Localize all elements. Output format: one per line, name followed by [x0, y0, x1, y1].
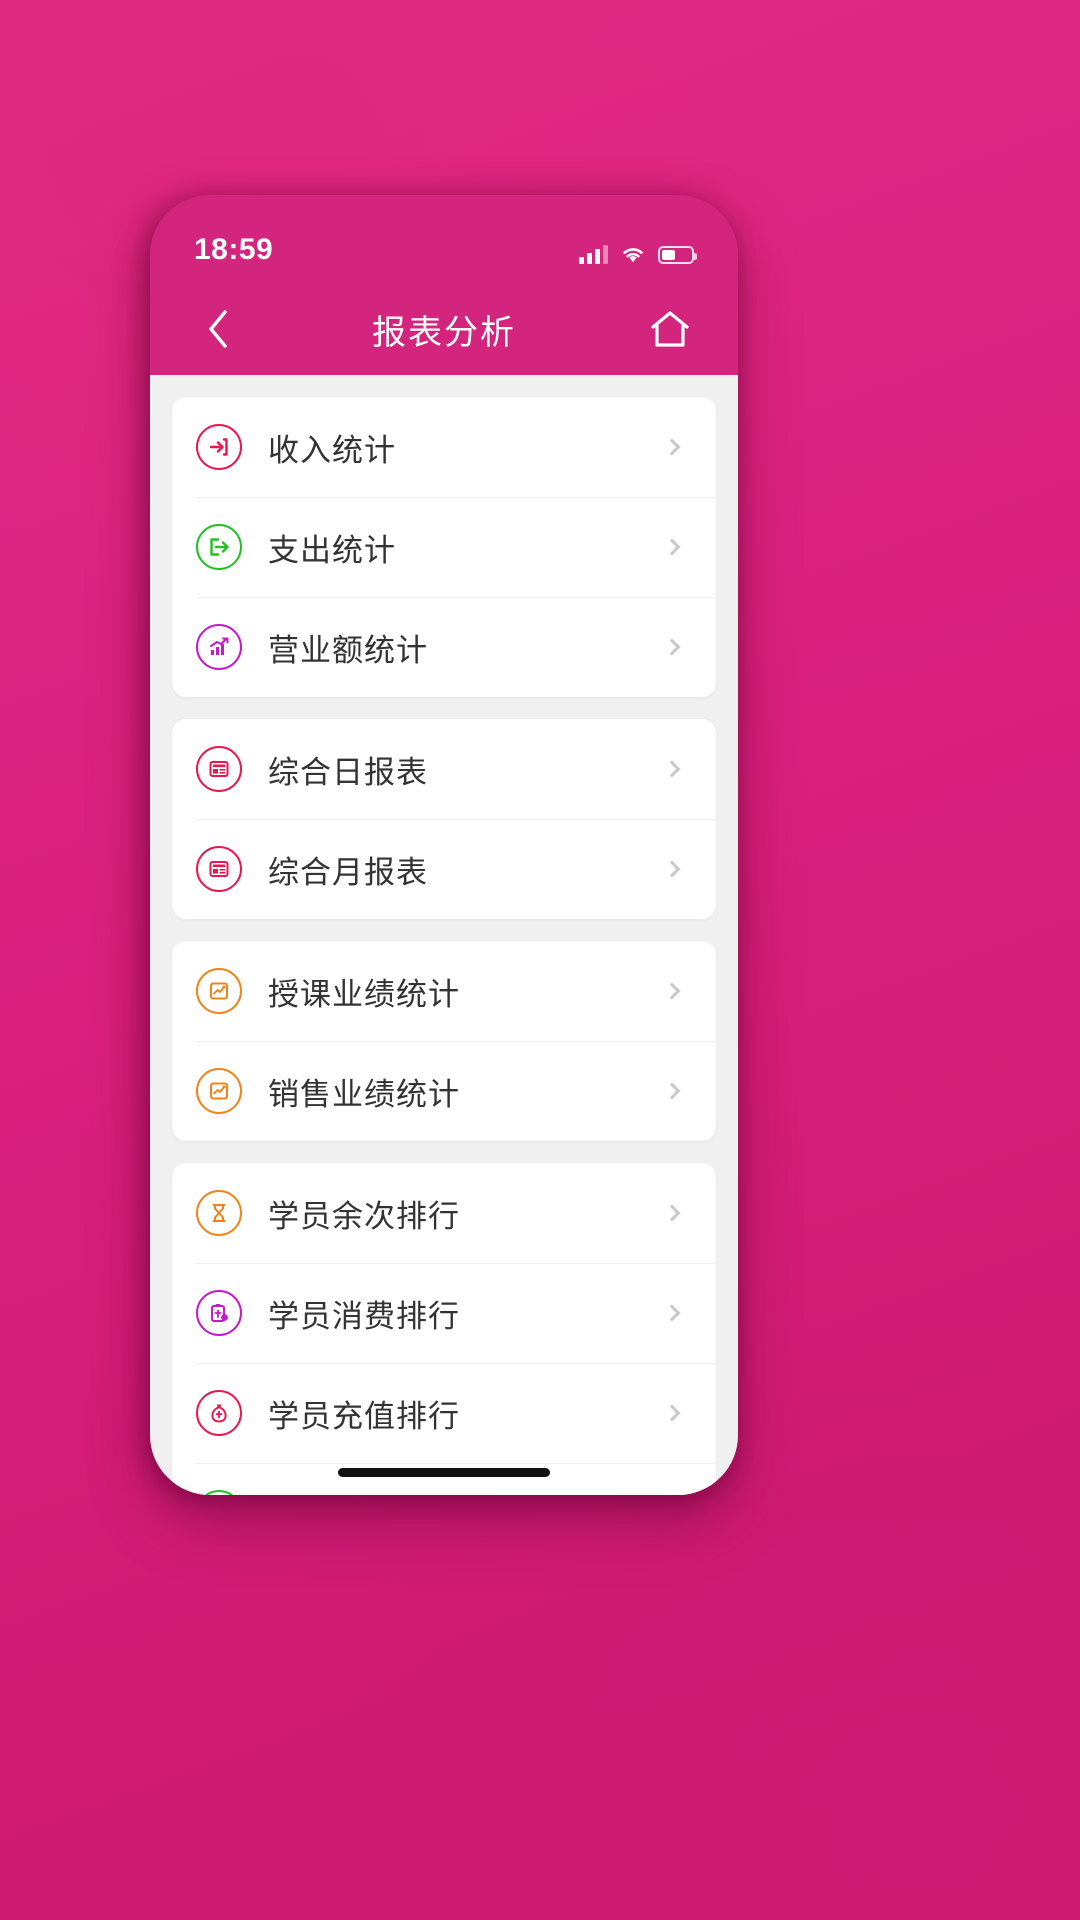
- list-item-label: 综合日报表: [268, 754, 428, 791]
- back-button[interactable]: [190, 301, 246, 357]
- phone-device-frame: 18:59 报表分析 收入统计 支出统计 营业额统计 综合日报表 综合月报表 授…: [150, 195, 738, 1495]
- list-item-label: 学员充值排行: [268, 1398, 460, 1435]
- teaching-performance-icon: [196, 968, 242, 1014]
- income-arrow-in-icon: [196, 424, 242, 470]
- list-item[interactable]: 综合月报表: [172, 819, 716, 919]
- balance-wallet-icon: [196, 1490, 242, 1495]
- status-bar-indicators: [579, 244, 697, 267]
- wifi-icon: [620, 244, 646, 264]
- list-item[interactable]: 营业额统计: [172, 597, 716, 697]
- list-item-label: 收入统计: [268, 432, 396, 469]
- sales-performance-icon: [196, 1068, 242, 1114]
- list-item-label: 学员消费排行: [268, 1298, 460, 1335]
- chevron-right-icon: [663, 538, 681, 556]
- chevron-right-icon: [663, 1204, 681, 1222]
- chevron-right-icon: [663, 1304, 681, 1322]
- consumption-clipboard-icon: [196, 1290, 242, 1336]
- list-item-label: 综合月报表: [268, 854, 428, 891]
- remaining-sessions-hourglass-icon: [196, 1190, 242, 1236]
- list-item[interactable]: 授课业绩统计: [172, 941, 716, 1041]
- chevron-right-icon: [663, 760, 681, 778]
- home-icon: [651, 311, 689, 347]
- list-item-label: 支出统计: [268, 532, 396, 569]
- chevron-right-icon: [663, 982, 681, 1000]
- cellular-signal-icon: [579, 244, 608, 264]
- list-item-label: 销售业绩统计: [268, 1076, 460, 1113]
- chevron-right-icon: [663, 438, 681, 456]
- list-item-label: 营业额统计: [268, 632, 428, 669]
- chevron-right-icon: [663, 1082, 681, 1100]
- battery-icon: [658, 246, 697, 264]
- list-item[interactable]: 综合日报表: [172, 719, 716, 819]
- chevron-right-icon: [663, 860, 681, 878]
- reports-group: 综合日报表 综合月报表: [172, 719, 716, 919]
- chevron-right-icon: [663, 638, 681, 656]
- navigation-bar: 报表分析: [150, 283, 738, 375]
- expense-arrow-out-icon: [196, 524, 242, 570]
- list-item-label: 授课业绩统计: [268, 976, 460, 1013]
- list-item[interactable]: 销售业绩统计: [172, 1041, 716, 1141]
- list-item-label: 学员余次排行: [268, 1198, 460, 1235]
- revenue-chart-icon: [196, 624, 242, 670]
- list-item[interactable]: 支出统计: [172, 497, 716, 597]
- list-item[interactable]: 收入统计: [172, 397, 716, 497]
- status-bar-clock: 18:59: [194, 233, 274, 266]
- status-bar: 18:59: [150, 195, 738, 283]
- list-item[interactable]: 学员充值排行: [172, 1363, 716, 1463]
- list-item-label: 学员余额排行: [268, 1491, 460, 1496]
- report-list-scroll-area[interactable]: 收入统计 支出统计 营业额统计 综合日报表 综合月报表 授课业绩统计 销售业绩统…: [150, 375, 738, 1495]
- chevron-left-icon: [209, 310, 227, 348]
- list-item[interactable]: 学员余次排行: [172, 1163, 716, 1263]
- list-item[interactable]: 学员消费排行: [172, 1263, 716, 1363]
- home-button[interactable]: [642, 301, 698, 357]
- student-ranking-group: 学员余次排行 学员消费排行 学员充值排行: [172, 1163, 716, 1495]
- statistics-group: 收入统计 支出统计 营业额统计: [172, 397, 716, 697]
- chevron-right-icon: [663, 1404, 681, 1422]
- monthly-report-icon: [196, 846, 242, 892]
- recharge-moneybag-icon: [196, 1390, 242, 1436]
- daily-report-icon: [196, 746, 242, 792]
- performance-group: 授课业绩统计 销售业绩统计: [172, 941, 716, 1141]
- home-indicator-bar: [338, 1468, 550, 1477]
